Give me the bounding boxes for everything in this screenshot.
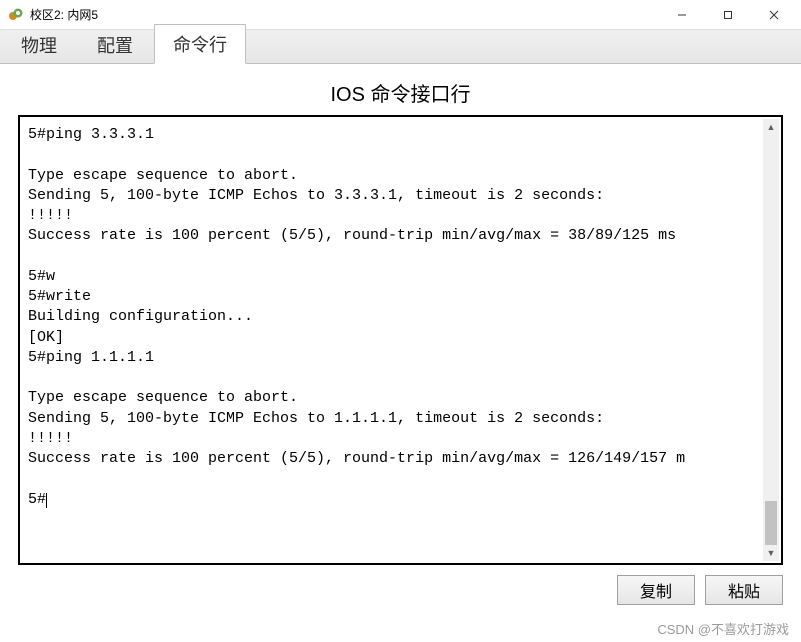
- scroll-down-icon[interactable]: ▼: [763, 545, 779, 561]
- content-area: IOS 命令接口行 5#ping 3.3.3.1 Type escape seq…: [0, 64, 801, 615]
- window-title: 校区2: 内网5: [30, 6, 98, 23]
- button-row: 复制 粘贴: [18, 575, 783, 605]
- tab-label: 配置: [97, 36, 133, 56]
- tab-label: 物理: [21, 36, 57, 56]
- tab-label: 命令行: [173, 35, 227, 55]
- close-button[interactable]: [751, 0, 797, 30]
- terminal-container: 5#ping 3.3.3.1 Type escape sequence to a…: [18, 115, 783, 565]
- minimize-button[interactable]: [659, 0, 705, 30]
- scroll-up-icon[interactable]: ▲: [763, 119, 779, 135]
- watermark-text: CSDN @不喜欢打游戏: [657, 619, 789, 638]
- copy-button[interactable]: 复制: [617, 575, 695, 605]
- terminal-scrollbar[interactable]: ▲ ▼: [763, 119, 779, 561]
- tab-cli[interactable]: 命令行: [154, 24, 246, 64]
- terminal-cursor: [46, 493, 47, 508]
- paste-button[interactable]: 粘贴: [705, 575, 783, 605]
- scroll-track[interactable]: [763, 135, 779, 545]
- tab-physical[interactable]: 物理: [2, 25, 76, 64]
- scroll-thumb[interactable]: [765, 501, 777, 545]
- terminal-text: 5#ping 3.3.3.1 Type escape sequence to a…: [28, 126, 685, 508]
- paste-label: 粘贴: [728, 578, 760, 602]
- tab-bar: 物理 配置 命令行: [0, 30, 801, 64]
- maximize-button[interactable]: [705, 0, 751, 30]
- tab-config[interactable]: 配置: [78, 25, 152, 64]
- terminal-output[interactable]: 5#ping 3.3.3.1 Type escape sequence to a…: [20, 117, 781, 563]
- copy-label: 复制: [640, 578, 672, 602]
- app-icon: [8, 7, 24, 23]
- cli-heading: IOS 命令接口行: [18, 78, 783, 107]
